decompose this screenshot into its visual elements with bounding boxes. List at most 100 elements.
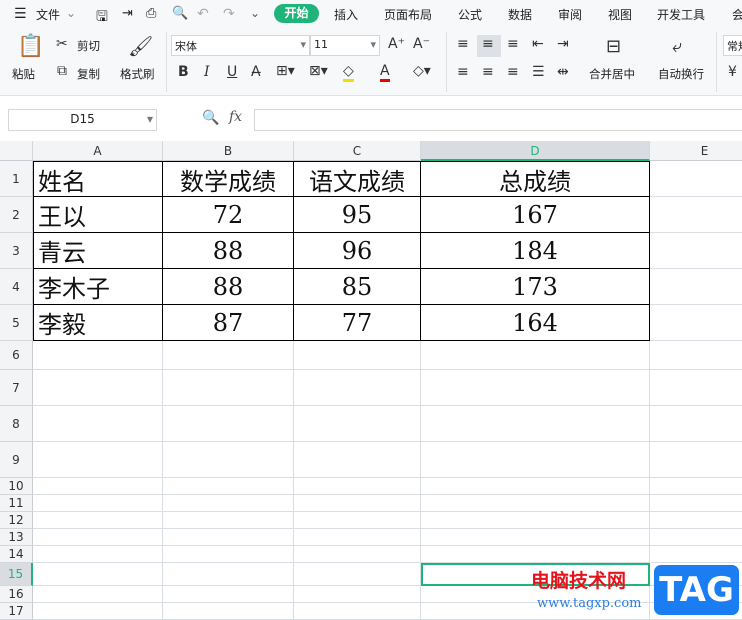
cell-C11[interactable] xyxy=(294,495,421,512)
cell-C14[interactable] xyxy=(294,546,421,563)
cell-A11[interactable] xyxy=(33,495,163,512)
clear-icon[interactable]: ◇▾ xyxy=(413,63,431,79)
cell-B14[interactable] xyxy=(163,546,294,563)
align-right-icon[interactable]: ≡ xyxy=(507,64,519,80)
font-color-icon[interactable]: A xyxy=(380,63,390,82)
cell-A6[interactable] xyxy=(33,341,163,370)
cell-D11[interactable] xyxy=(421,495,650,512)
format-painter-button[interactable]: 格式刷 xyxy=(120,66,155,82)
cell-B9[interactable] xyxy=(163,442,294,478)
cell-A12[interactable] xyxy=(33,512,163,529)
cell-E10[interactable] xyxy=(650,478,742,495)
row-header-17[interactable]: 17 xyxy=(0,603,33,620)
align-left-icon[interactable]: ≡ xyxy=(457,64,469,80)
row-header-5[interactable]: 5 xyxy=(0,305,33,341)
cell-D8[interactable] xyxy=(421,406,650,442)
merge-center-button[interactable]: 合并居中 xyxy=(589,66,635,82)
row-header-16[interactable]: 16 xyxy=(0,586,33,603)
cell-A1[interactable]: 姓名 xyxy=(33,161,163,197)
cell-E14[interactable] xyxy=(650,546,742,563)
align-middle-icon[interactable]: ≡ xyxy=(482,36,494,52)
cell-C2[interactable]: 95 xyxy=(294,197,421,233)
select-all-corner[interactable] xyxy=(0,141,33,161)
cell-E2[interactable] xyxy=(650,197,742,233)
cell-E13[interactable] xyxy=(650,529,742,546)
cell-D4[interactable]: 173 xyxy=(421,269,650,305)
cell-A15[interactable] xyxy=(33,563,163,586)
fill-color-icon[interactable]: ◇ xyxy=(343,63,354,82)
cell-B2[interactable]: 72 xyxy=(163,197,294,233)
cell-D6[interactable] xyxy=(421,341,650,370)
increase-font-icon[interactable]: A⁺ xyxy=(388,36,405,52)
column-header-a[interactable]: A xyxy=(33,141,163,161)
border-icon[interactable]: ⊞▾ xyxy=(276,63,295,79)
cell-C3[interactable]: 96 xyxy=(294,233,421,269)
cell-B16[interactable] xyxy=(163,586,294,603)
cell-B11[interactable] xyxy=(163,495,294,512)
row-header-10[interactable]: 10 xyxy=(0,478,33,495)
row-header-13[interactable]: 13 xyxy=(0,529,33,546)
cell-A17[interactable] xyxy=(33,603,163,620)
tab-review[interactable]: 审阅 xyxy=(558,6,582,23)
cell-C12[interactable] xyxy=(294,512,421,529)
column-header-b[interactable]: B xyxy=(163,141,294,161)
row-header-8[interactable]: 8 xyxy=(0,406,33,442)
row-header-15[interactable]: 15 xyxy=(0,563,33,586)
cell-A3[interactable]: 青云 xyxy=(33,233,163,269)
cell-D3[interactable]: 184 xyxy=(421,233,650,269)
cell-C13[interactable] xyxy=(294,529,421,546)
underline-icon[interactable]: U xyxy=(227,64,237,80)
tab-view[interactable]: 视图 xyxy=(608,6,632,23)
decrease-font-icon[interactable]: A⁻ xyxy=(413,36,430,52)
cell-C10[interactable] xyxy=(294,478,421,495)
paste-icon[interactable]: 📋 xyxy=(17,34,44,59)
cell-C5[interactable]: 77 xyxy=(294,305,421,341)
tab-formula[interactable]: 公式 xyxy=(458,6,482,23)
row-header-14[interactable]: 14 xyxy=(0,546,33,563)
cell-D5[interactable]: 164 xyxy=(421,305,650,341)
cell-D12[interactable] xyxy=(421,512,650,529)
tab-developer[interactable]: 开发工具 xyxy=(657,6,705,23)
row-header-9[interactable]: 9 xyxy=(0,442,33,478)
strikethrough-icon[interactable]: A̶ xyxy=(251,64,261,80)
wrap-text-button[interactable]: 自动换行 xyxy=(658,66,704,82)
row-header-4[interactable]: 4 xyxy=(0,269,33,305)
column-header-d[interactable]: D xyxy=(421,141,650,161)
cell-E5[interactable] xyxy=(650,305,742,341)
cell-C7[interactable] xyxy=(294,370,421,406)
paste-button[interactable]: 粘贴 xyxy=(12,66,35,82)
cell-B5[interactable]: 87 xyxy=(163,305,294,341)
cell-B17[interactable] xyxy=(163,603,294,620)
print-preview-icon[interactable]: 🔍 xyxy=(172,6,188,21)
cell-E6[interactable] xyxy=(650,341,742,370)
tab-start[interactable]: 开始 xyxy=(274,4,319,23)
cell-D2[interactable]: 167 xyxy=(421,197,650,233)
menu-icon[interactable]: ☰ xyxy=(14,6,27,22)
tab-more[interactable]: 会 xyxy=(732,6,742,23)
fx-button[interactable]: fx xyxy=(229,109,242,125)
cell-D9[interactable] xyxy=(421,442,650,478)
cell-A7[interactable] xyxy=(33,370,163,406)
column-header-c[interactable]: C xyxy=(294,141,421,161)
cell-C9[interactable] xyxy=(294,442,421,478)
cell-C6[interactable] xyxy=(294,341,421,370)
currency-button[interactable]: ¥ xyxy=(728,64,737,80)
formula-input[interactable] xyxy=(254,109,742,131)
tab-page-layout[interactable]: 页面布局 xyxy=(384,6,432,23)
cell-A8[interactable] xyxy=(33,406,163,442)
row-header-2[interactable]: 2 xyxy=(0,197,33,233)
cell-E9[interactable] xyxy=(650,442,742,478)
cell-C1[interactable]: 语文成绩 xyxy=(294,161,421,197)
cut-button[interactable]: 剪切 xyxy=(77,38,100,54)
column-header-e[interactable]: E xyxy=(650,141,742,161)
chevron-down-icon[interactable]: ⌄ xyxy=(66,6,76,20)
cell-B6[interactable] xyxy=(163,341,294,370)
tab-insert[interactable]: 插入 xyxy=(334,6,358,23)
row-header-12[interactable]: 12 xyxy=(0,512,33,529)
bold-icon[interactable]: B xyxy=(178,64,189,80)
align-bottom-icon[interactable]: ≡ xyxy=(507,36,519,52)
cell-C16[interactable] xyxy=(294,586,421,603)
cell-C15[interactable] xyxy=(294,563,421,586)
cell-E12[interactable] xyxy=(650,512,742,529)
save-icon[interactable]: 🖫 xyxy=(96,6,108,30)
